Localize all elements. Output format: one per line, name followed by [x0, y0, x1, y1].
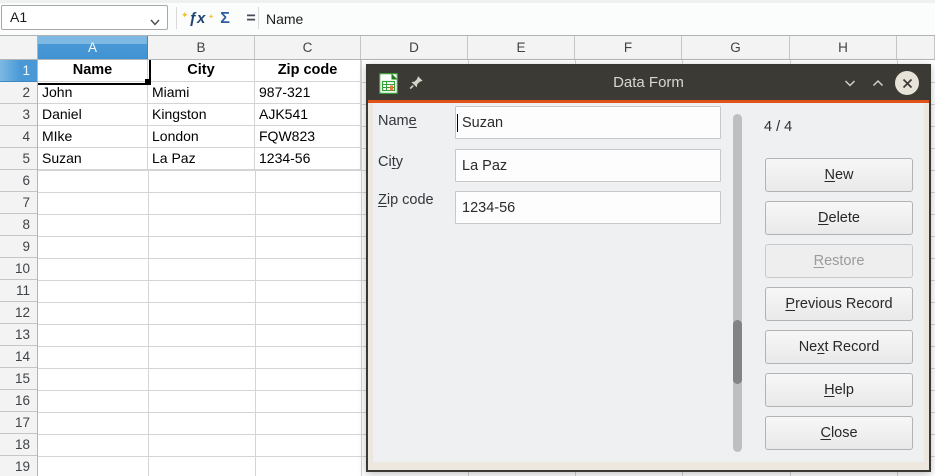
- record-scrollbar[interactable]: [733, 114, 742, 452]
- cell-B3[interactable]: Kingston: [148, 104, 255, 126]
- row-header-19[interactable]: 19: [0, 456, 37, 476]
- city-field[interactable]: [455, 149, 721, 182]
- close-button[interactable]: Close: [765, 416, 913, 450]
- cell-B5[interactable]: La Paz: [148, 148, 255, 170]
- row-header-3[interactable]: 3: [0, 104, 37, 126]
- row-header-5[interactable]: 5: [0, 148, 37, 170]
- data-form-dialog: Data Form NameCityZip code 4 / 4 NewD: [366, 64, 931, 472]
- formula-bar: A1 ✦ ƒx ✦ Σ = Name: [0, 0, 935, 36]
- column-header-partial[interactable]: [897, 36, 935, 59]
- selected-cell-border: [38, 60, 151, 85]
- row-header-17[interactable]: 17: [0, 412, 37, 434]
- row-header-15[interactable]: 15: [0, 368, 37, 390]
- new-button[interactable]: New: [765, 158, 913, 192]
- cell-C5[interactable]: 1234-56: [255, 148, 361, 170]
- row-header-16[interactable]: 16: [0, 390, 37, 412]
- column-header-F[interactable]: F: [575, 36, 682, 59]
- delete-button[interactable]: Delete: [765, 201, 913, 235]
- name-label: Name: [378, 113, 417, 129]
- cell-B4[interactable]: London: [148, 126, 255, 148]
- row-header-1[interactable]: 1: [0, 60, 37, 82]
- cell-B1[interactable]: City: [148, 60, 255, 82]
- sum-icon[interactable]: Σ: [212, 4, 238, 34]
- record-scrollbar-thumb[interactable]: [733, 320, 742, 384]
- zip-code-label: Zip code: [378, 192, 434, 208]
- city-label: City: [378, 154, 403, 170]
- column-header-G[interactable]: G: [682, 36, 790, 59]
- zip-code-field[interactable]: [455, 191, 721, 224]
- cell-C1[interactable]: Zip code: [255, 60, 361, 82]
- row-header-11[interactable]: 11: [0, 280, 37, 302]
- column-header-D[interactable]: D: [361, 36, 468, 59]
- separator: [176, 7, 177, 29]
- record-indicator: 4 / 4: [764, 119, 792, 135]
- next-record-button[interactable]: Next Record: [765, 330, 913, 364]
- help-button[interactable]: Help: [765, 373, 913, 407]
- fill-handle[interactable]: [145, 79, 151, 85]
- column-header-B[interactable]: B: [148, 36, 255, 59]
- previous-record-button[interactable]: Previous Record: [765, 287, 913, 321]
- dialog-titlebar[interactable]: Data Form: [368, 66, 929, 100]
- cell-C2[interactable]: 987-321: [255, 82, 361, 104]
- dialog-content: Name City Zip code 4 / 4 New Delete Restore P…: [373, 103, 924, 462]
- row-headers: 12345678910111213141516171819: [0, 60, 38, 476]
- row-header-12[interactable]: 12: [0, 302, 37, 324]
- libreoffice-calc-window: A1 ✦ ƒx ✦ Σ = Name ABCDEFGH 123456789101…: [0, 0, 935, 476]
- row-header-10[interactable]: 10: [0, 258, 37, 280]
- cell-A2[interactable]: John: [38, 82, 148, 104]
- cell-B2[interactable]: Miami: [148, 82, 255, 104]
- row-header-7[interactable]: 7: [0, 192, 37, 214]
- unshade-chevron-up-icon[interactable]: [865, 66, 891, 100]
- name-box-value: A1: [10, 9, 27, 25]
- name-box[interactable]: A1: [1, 5, 168, 30]
- column-header-A[interactable]: A: [38, 36, 148, 59]
- row-header-4[interactable]: 4: [0, 126, 37, 148]
- cell-C4[interactable]: FQW823: [255, 126, 361, 148]
- cell-C3[interactable]: AJK541: [255, 104, 361, 126]
- cell-A5[interactable]: Suzan: [38, 148, 148, 170]
- restore-button: Restore: [765, 244, 913, 278]
- formula-input[interactable]: Name: [266, 4, 303, 34]
- row-header-13[interactable]: 13: [0, 324, 37, 346]
- function-wizard-icon[interactable]: ✦ ƒx ✦: [183, 4, 211, 34]
- separator: [258, 7, 259, 29]
- row-header-8[interactable]: 8: [0, 214, 37, 236]
- row-header-9[interactable]: 9: [0, 236, 37, 258]
- shade-chevron-down-icon[interactable]: [837, 66, 863, 100]
- column-header-H[interactable]: H: [790, 36, 897, 59]
- select-all-corner[interactable]: [0, 36, 38, 60]
- close-icon[interactable]: [895, 71, 919, 95]
- row-header-14[interactable]: 14: [0, 346, 37, 368]
- text-caret: [457, 114, 458, 132]
- cell-A4[interactable]: MIke: [38, 126, 148, 148]
- grid-line: [361, 60, 362, 476]
- row-header-6[interactable]: 6: [0, 170, 37, 192]
- column-header-E[interactable]: E: [468, 36, 575, 59]
- name-field[interactable]: [455, 106, 721, 139]
- column-header-C[interactable]: C: [255, 36, 361, 59]
- row-header-2[interactable]: 2: [0, 82, 37, 104]
- cell-A3[interactable]: Daniel: [38, 104, 148, 126]
- row-header-18[interactable]: 18: [0, 434, 37, 456]
- column-headers: ABCDEFGH: [38, 36, 935, 60]
- namebox-dropdown-icon[interactable]: [149, 12, 161, 35]
